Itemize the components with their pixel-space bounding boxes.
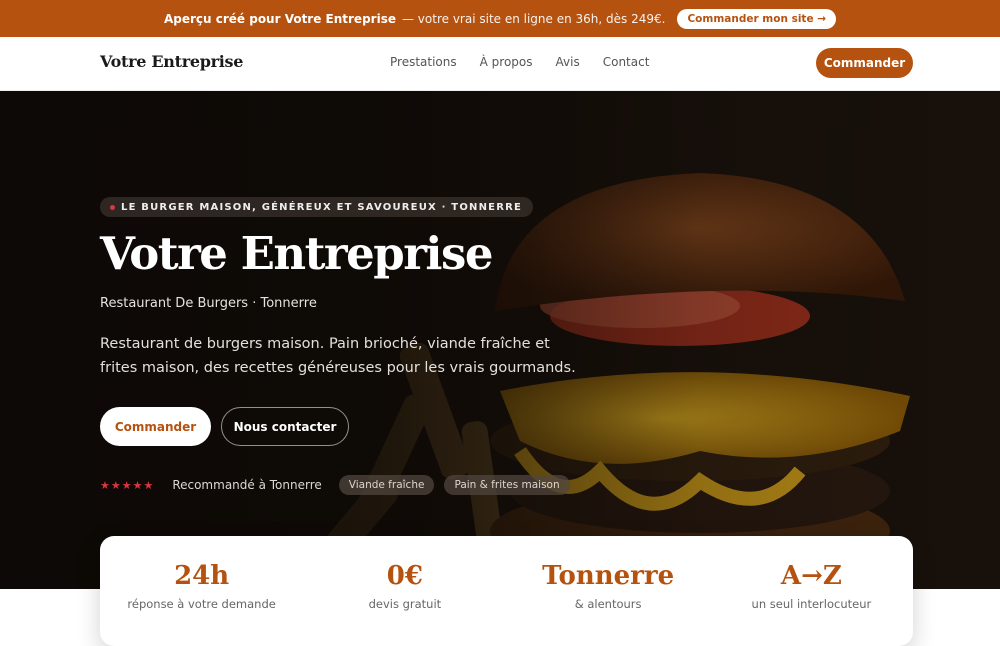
stats-card: 24h réponse à votre demande 0€ devis gra…	[100, 536, 913, 646]
hero-eyebrow-text: LE BURGER MAISON, GÉNÉREUX ET SAVOUREUX …	[121, 201, 523, 213]
hero-order-button[interactable]: Commander	[100, 407, 211, 446]
promo-text: — votre vrai site en ligne en 36h, dès 2…	[401, 11, 666, 26]
order-site-button[interactable]: Commander mon site →	[677, 8, 837, 29]
stat-item: A→Z un seul interlocuteur	[710, 536, 913, 646]
stat-item: Tonnerre & alentours	[507, 536, 710, 646]
hero-section: LE BURGER MAISON, GÉNÉREUX ET SAVOUREUX …	[0, 91, 1000, 589]
red-dot-icon	[110, 204, 115, 210]
stat-label: un seul interlocuteur	[751, 597, 872, 611]
promo-banner: Aperçu créé pour Votre Entreprise — votr…	[0, 0, 1000, 37]
stat-value: 24h	[174, 561, 230, 591]
top-navigation: Votre Entreprise Prestations À propos Av…	[0, 37, 1000, 91]
nav-link-contact[interactable]: Contact	[603, 55, 650, 69]
stat-value: A→Z	[780, 561, 842, 591]
hero-title: Votre Entreprise	[100, 227, 493, 280]
nav-order-button[interactable]: Commander	[816, 48, 913, 78]
chip-pain-frites: Pain & frites maison	[444, 475, 570, 495]
nav-link-prestations[interactable]: Prestations	[390, 55, 457, 69]
site-logo[interactable]: Votre Entreprise	[100, 52, 243, 71]
hero-eyebrow-badge: LE BURGER MAISON, GÉNÉREUX ET SAVOUREUX …	[100, 197, 534, 217]
nav-link-avis[interactable]: Avis	[556, 55, 580, 69]
promo-strong-text: Aperçu créé pour Votre Entreprise	[163, 11, 396, 26]
nav-menu: Prestations À propos Avis Contact	[390, 55, 649, 69]
stat-item: 24h réponse à votre demande	[100, 536, 303, 646]
trust-row: ★★★★★ Recommandé à Tonnerre Viande fraîc…	[100, 475, 570, 495]
stat-label: devis gratuit	[368, 597, 442, 611]
nav-link-a-propos[interactable]: À propos	[480, 55, 533, 69]
stat-value: 0€	[386, 561, 423, 591]
stat-item: 0€ devis gratuit	[303, 536, 506, 646]
trust-text: Recommandé à Tonnerre	[172, 478, 322, 492]
hero-description: Restaurant de burgers maison. Pain brioc…	[100, 336, 576, 376]
star-rating-icon: ★★★★★	[100, 478, 155, 492]
hero-contact-button[interactable]: Nous contacter	[221, 407, 349, 446]
hero-subtitle: Restaurant De Burgers · Tonnerre	[100, 296, 317, 311]
chip-viande-fraiche: Viande fraîche	[338, 475, 435, 495]
stat-label: & alentours	[574, 597, 642, 611]
stat-value: Tonnerre	[542, 561, 675, 591]
stat-label: réponse à votre demande	[127, 597, 276, 611]
